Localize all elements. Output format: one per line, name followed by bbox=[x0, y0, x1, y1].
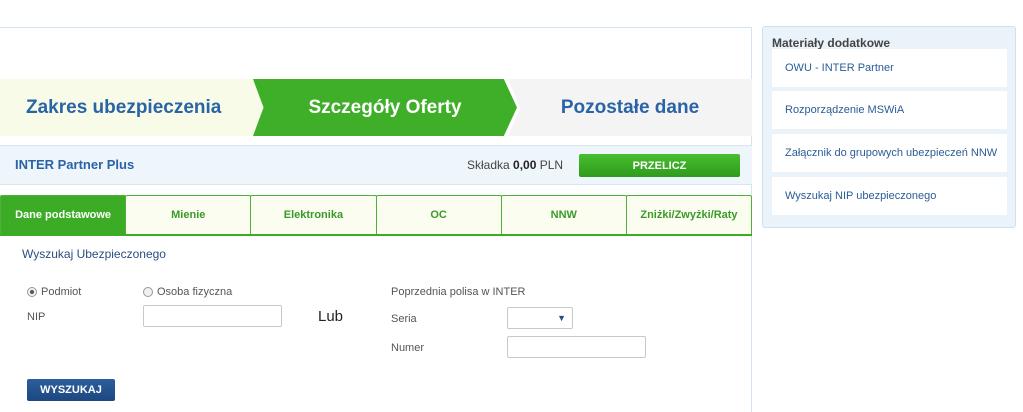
premium-currency: PLN bbox=[539, 158, 564, 172]
step-coverage-scope[interactable]: Zakres ubezpieczenia bbox=[0, 79, 262, 136]
additional-materials-panel: Materiały dodatkowe OWU - INTER Partner … bbox=[762, 26, 1016, 228]
search-button[interactable]: WYSZUKAJ bbox=[27, 379, 115, 401]
step-other-data[interactable]: Pozostałe dane bbox=[508, 79, 752, 136]
step-label: Szczegóły Oferty bbox=[308, 96, 462, 118]
premium-label: Składka bbox=[467, 158, 510, 172]
tab-oc[interactable]: OC bbox=[375, 195, 502, 235]
radio-button[interactable] bbox=[143, 287, 153, 297]
step-label: Zakres ubezpieczenia bbox=[26, 96, 222, 118]
nip-label: NIP bbox=[27, 311, 46, 323]
premium-summary: Składka 0,00 PLN bbox=[467, 158, 563, 172]
step-offer-details[interactable]: Szczegóły Oferty bbox=[253, 79, 517, 136]
link-owu[interactable]: OWU - INTER Partner bbox=[772, 49, 1007, 87]
link-regulation[interactable]: Rozporządzenie MSWiA bbox=[772, 91, 1007, 129]
tab-property[interactable]: Mienie bbox=[125, 195, 252, 235]
radio-entity[interactable]: Podmiot bbox=[27, 286, 81, 298]
page: Zakres ubezpieczenia Pozostałe dane Szcz… bbox=[0, 0, 1023, 412]
panel-title: Materiały dodatkowe bbox=[772, 36, 891, 50]
tab-discounts[interactable]: Zniżki/Zwyżki/Raty bbox=[625, 195, 753, 235]
radio-label: Podmiot bbox=[41, 286, 82, 298]
premium-value: 0,00 bbox=[513, 158, 537, 172]
link-nnw-annex[interactable]: Załącznik do grupowych ubezpieczeń NNW bbox=[772, 134, 1007, 172]
caret-down-icon: ▼ bbox=[557, 313, 566, 323]
section-tabs: Dane podstawowe Mienie Elektronika OC NN… bbox=[0, 195, 753, 235]
series-select[interactable]: ▼ bbox=[507, 307, 573, 329]
wizard-steps: Zakres ubezpieczenia Pozostałe dane Szcz… bbox=[0, 79, 752, 136]
tabs-divider bbox=[0, 234, 752, 236]
number-label: Numer bbox=[391, 342, 425, 354]
or-label: Lub bbox=[318, 308, 344, 325]
link-find-nip[interactable]: Wyszukaj NIP ubezpieczonego bbox=[772, 177, 1007, 215]
product-name: INTER Partner Plus bbox=[15, 157, 135, 172]
step-label: Pozostałe dane bbox=[560, 96, 700, 118]
series-label: Seria bbox=[391, 313, 417, 325]
radio-label: Osoba fizyczna bbox=[157, 286, 233, 298]
nip-input[interactable] bbox=[143, 305, 282, 327]
number-input[interactable] bbox=[507, 336, 646, 358]
product-bar: INTER Partner Plus Składka 0,00 PLN PRZE… bbox=[0, 145, 752, 185]
tab-nnw[interactable]: NNW bbox=[500, 195, 627, 235]
tab-basic-data[interactable]: Dane podstawowe bbox=[0, 195, 127, 235]
previous-policy-label: Poprzednia polisa w INTER bbox=[391, 286, 526, 298]
radio-person[interactable]: Osoba fizyczna bbox=[143, 286, 232, 298]
tab-electronics[interactable]: Elektronika bbox=[250, 195, 377, 235]
radio-button-checked[interactable] bbox=[27, 287, 37, 297]
recalculate-button[interactable]: PRZELICZ bbox=[579, 154, 740, 177]
section-title: Wyszukaj Ubezpieczonego bbox=[22, 247, 166, 261]
